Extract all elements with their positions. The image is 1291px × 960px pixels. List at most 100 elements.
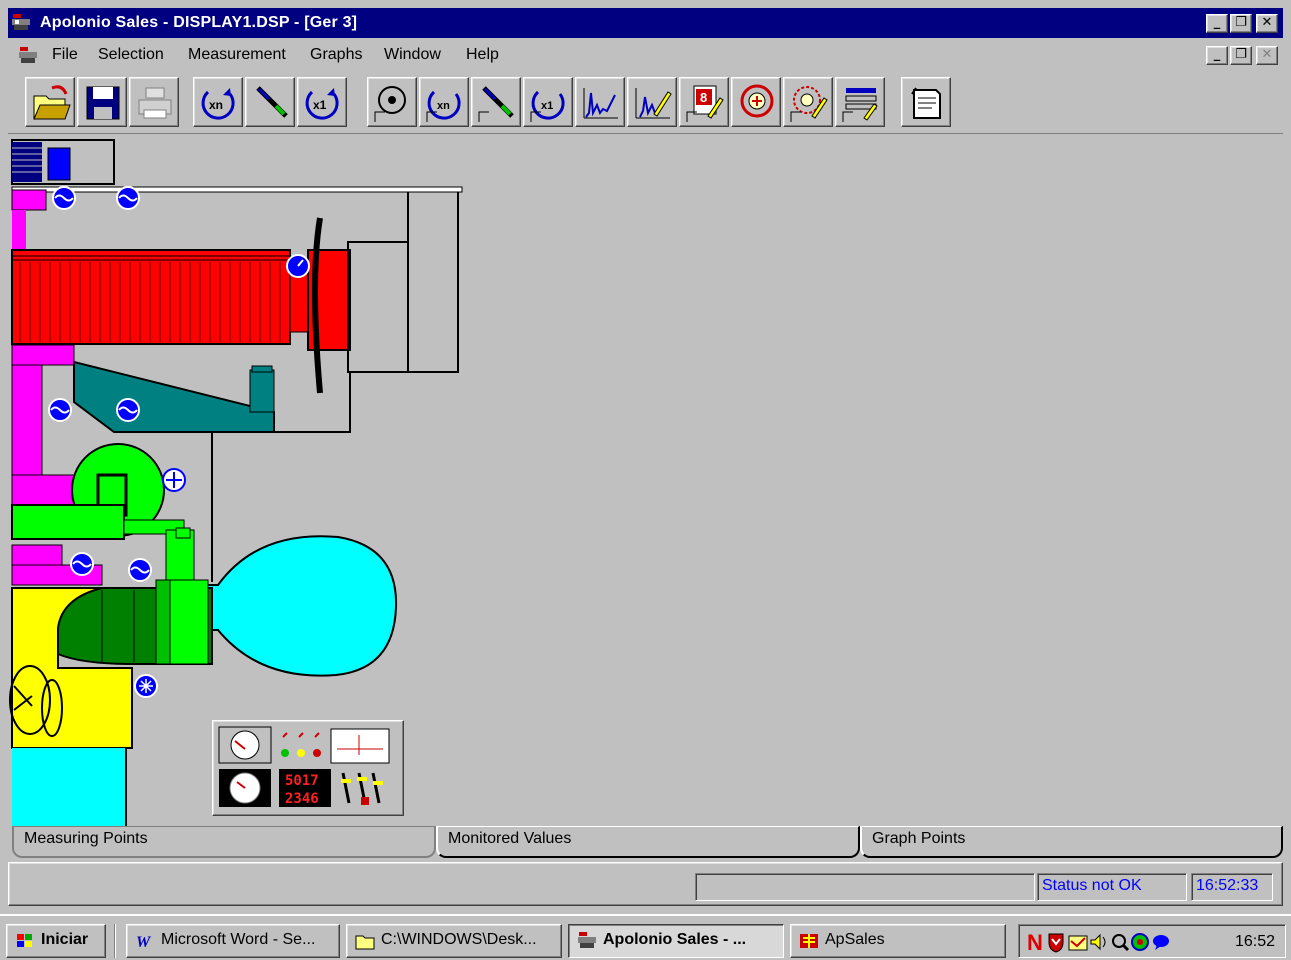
tab-measuring-points[interactable]: Measuring Points bbox=[12, 826, 436, 858]
measure-xn-button[interactable]: xn bbox=[419, 77, 469, 127]
bar-meter-icon[interactable] bbox=[330, 728, 390, 764]
gauge-sensor-icon[interactable] bbox=[286, 254, 310, 278]
tab-graph-points[interactable]: Graph Points bbox=[860, 826, 1283, 858]
menu-bar: File Selection Measurement Graphs Window… bbox=[8, 40, 1283, 70]
measure-probe-icon bbox=[478, 86, 514, 122]
open-folder-icon bbox=[33, 85, 71, 120]
notes-icon bbox=[911, 87, 941, 119]
magnifier-icon[interactable] bbox=[1112, 934, 1130, 952]
sensor-icon[interactable] bbox=[52, 186, 76, 210]
zoom-x1-button[interactable]: x1 bbox=[297, 77, 347, 127]
turbine-casing bbox=[199, 535, 398, 677]
network-globe-icon[interactable] bbox=[1131, 933, 1149, 951]
tab-monitored-values[interactable]: Monitored Values bbox=[436, 826, 860, 858]
svg-text:W: W bbox=[136, 934, 152, 950]
svg-text:xn: xn bbox=[209, 98, 223, 112]
document-close-button[interactable]: ✕ bbox=[1256, 46, 1278, 65]
notes-button[interactable] bbox=[901, 77, 951, 127]
measure-disk-icon bbox=[374, 86, 406, 122]
list-edit-button[interactable] bbox=[835, 77, 885, 127]
task-windows-desktop[interactable]: C:\WINDOWS\Desk... bbox=[346, 924, 562, 958]
probe-button[interactable] bbox=[245, 77, 295, 127]
close-button[interactable]: ✕ bbox=[1256, 14, 1278, 33]
menu-graphs[interactable]: Graphs bbox=[310, 46, 362, 64]
view-tabs: Measuring Points Monitored Values Graph … bbox=[8, 826, 1283, 858]
svg-text:x1: x1 bbox=[313, 98, 327, 112]
title-bar[interactable]: Apolonio Sales - DISPLAY1.DSP - [Ger 3] … bbox=[8, 8, 1283, 38]
document-system-menu-icon[interactable] bbox=[18, 47, 38, 65]
target-edit-button[interactable] bbox=[783, 77, 833, 127]
menu-help[interactable]: Help bbox=[466, 46, 499, 64]
instrument-legend-panel: 5017 2346 bbox=[212, 720, 404, 816]
open-button[interactable] bbox=[25, 77, 75, 127]
status-leds-icon[interactable] bbox=[281, 732, 321, 757]
status-time: 16:52:33 bbox=[1191, 873, 1273, 901]
status-message bbox=[695, 873, 1035, 901]
save-button[interactable] bbox=[77, 77, 127, 127]
status-bar: Status not OK 16:52:33 bbox=[8, 862, 1283, 906]
oil-tank bbox=[73, 360, 275, 433]
sensor-icon[interactable] bbox=[128, 558, 152, 582]
sensor-icon[interactable] bbox=[70, 552, 94, 576]
digital-readout-icon[interactable]: 5017 2346 bbox=[279, 769, 331, 807]
shield-icon[interactable] bbox=[1048, 933, 1064, 953]
sensor-icon[interactable] bbox=[116, 186, 140, 210]
instrument-legend: 5017 2346 bbox=[218, 726, 390, 807]
dial-gauge-icon[interactable] bbox=[219, 769, 271, 807]
spectrum-icon bbox=[583, 88, 618, 119]
analog-gauge-icon[interactable] bbox=[218, 726, 272, 764]
task-microsoft-word[interactable]: W Microsoft Word - Se... bbox=[126, 924, 340, 958]
zoom-xn-icon: xn bbox=[201, 88, 235, 120]
document-minimize-button[interactable]: _ bbox=[1206, 46, 1228, 65]
word-icon: W bbox=[136, 934, 152, 950]
target-icon bbox=[740, 84, 774, 118]
apolonio-app-icon bbox=[12, 14, 30, 30]
axial-sensor-icon[interactable] bbox=[162, 468, 186, 492]
svg-text:x1: x1 bbox=[541, 100, 553, 112]
scheduler-icon[interactable] bbox=[1068, 935, 1088, 951]
document-restore-button[interactable]: ❐ bbox=[1230, 46, 1252, 65]
target-button[interactable] bbox=[731, 77, 781, 127]
messenger-icon[interactable] bbox=[1153, 935, 1169, 950]
list-edit-icon bbox=[842, 88, 878, 122]
measure-probe-button[interactable] bbox=[471, 77, 521, 127]
taskbar: Iniciar W Microsoft Word - Se... C:\WIND… bbox=[0, 914, 1291, 960]
print-button[interactable] bbox=[129, 77, 179, 127]
volume-icon[interactable] bbox=[1090, 933, 1106, 951]
taskbar-clock: 16:52 bbox=[1234, 933, 1275, 950]
value-8-button[interactable]: 8 bbox=[679, 77, 729, 127]
restore-button[interactable]: ❐ bbox=[1230, 14, 1252, 33]
save-disk-icon bbox=[86, 86, 120, 120]
sensor-icon[interactable] bbox=[116, 398, 140, 422]
measure-x1-icon: x1 bbox=[530, 90, 565, 122]
measure-x1-button[interactable]: x1 bbox=[523, 77, 573, 127]
menu-selection[interactable]: Selection bbox=[98, 46, 164, 64]
menu-file[interactable]: File bbox=[52, 46, 78, 64]
measure-disk-button[interactable] bbox=[367, 77, 417, 127]
folder-icon bbox=[355, 935, 375, 950]
minimize-button[interactable]: _ bbox=[1206, 14, 1228, 33]
apolonio-app-icon bbox=[578, 932, 596, 948]
spectrum-button[interactable] bbox=[575, 77, 625, 127]
antivirus-n-icon[interactable]: N bbox=[1027, 931, 1043, 953]
task-apsales[interactable]: ApSales bbox=[790, 924, 1006, 958]
menu-window[interactable]: Window bbox=[384, 46, 441, 64]
start-button[interactable]: Iniciar bbox=[6, 924, 106, 958]
value-8-icon: 8 bbox=[686, 85, 724, 122]
probe-icon bbox=[256, 86, 288, 118]
measure-xn-icon: xn bbox=[426, 90, 461, 122]
sensor-icon[interactable] bbox=[48, 398, 72, 422]
zoom-xn-button[interactable]: xn bbox=[193, 77, 243, 127]
system-tray: N 16:52 bbox=[1018, 924, 1286, 958]
toolbar: xn x1 xn x1 8 bbox=[8, 72, 1283, 134]
taskbar-separator bbox=[114, 924, 116, 958]
svg-text:N: N bbox=[1027, 931, 1043, 953]
tray-icons: N bbox=[1027, 931, 1169, 953]
task-apolonio-sales[interactable]: Apolonio Sales - ... bbox=[568, 924, 784, 958]
menu-measurement[interactable]: Measurement bbox=[188, 46, 286, 64]
level-indicator-icon[interactable] bbox=[341, 772, 383, 805]
spectrum-edit-button[interactable] bbox=[627, 77, 677, 127]
apsales-icon bbox=[800, 934, 818, 948]
speed-sensor-icon[interactable] bbox=[134, 674, 158, 698]
windows-logo-icon bbox=[17, 934, 32, 947]
